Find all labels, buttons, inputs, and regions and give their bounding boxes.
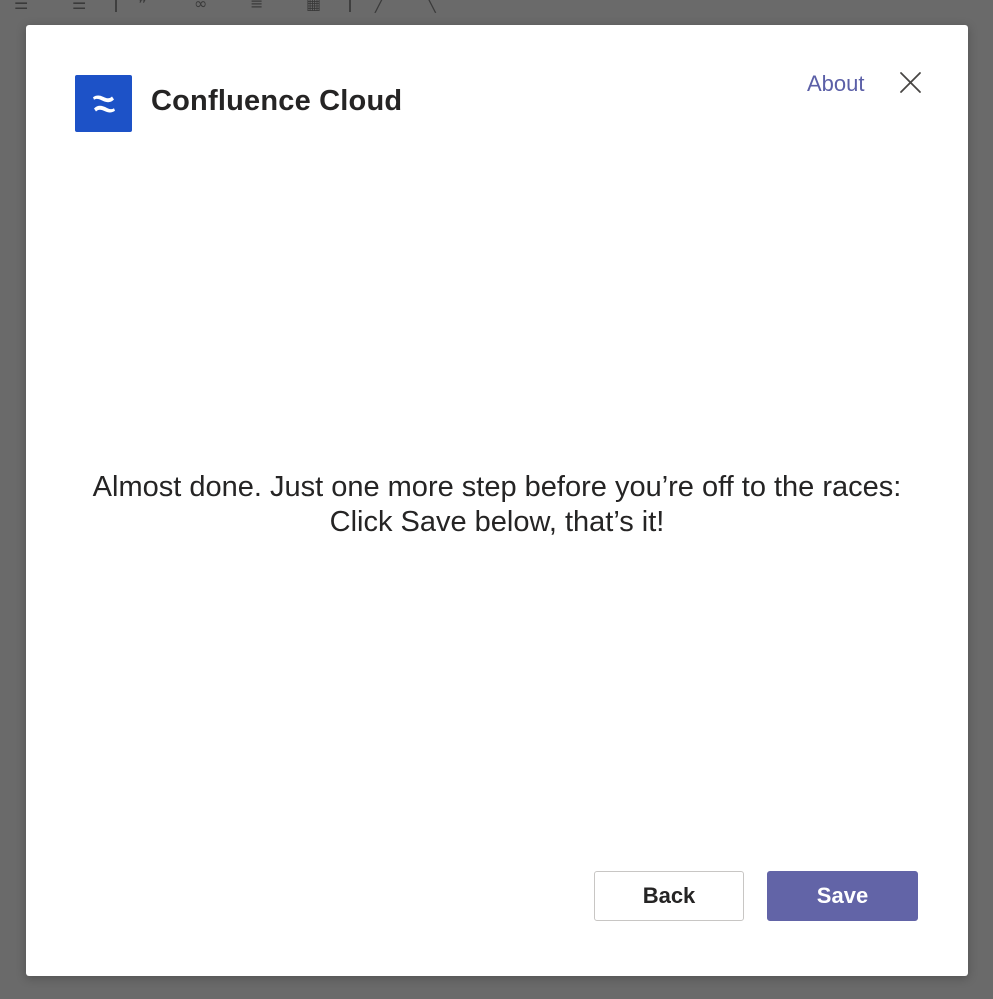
bullet-list-icon: ☰ [14, 0, 29, 13]
draw-line-icon: ╲ [426, 0, 436, 13]
app-setup-dialog: Confluence Cloud About Almost done. Just… [26, 25, 968, 976]
setup-message-line-2: Click Save below, that’s it! [329, 506, 665, 538]
setup-message: Almost done. Just one more step before y… [66, 470, 928, 540]
link-icon: ∞ [194, 0, 208, 13]
setup-message-line-1: Almost done. Just one more step before y… [92, 471, 902, 503]
app-title: Confluence Cloud [151, 85, 403, 117]
draw-line-icon: ╱ [375, 0, 385, 13]
confluence-logo-icon [75, 75, 132, 132]
close-button[interactable] [897, 70, 923, 96]
toolbar-divider [349, 0, 351, 12]
quote-icon: ❞ [138, 0, 147, 13]
back-button[interactable]: Back [594, 871, 744, 921]
background-editor-toolbar: ☰ ☰ ❞ ∞ ≡ ▦ ╱ ╲ [0, 0, 993, 24]
numbered-list-icon: ☰ [72, 0, 87, 13]
align-icon: ≡ [250, 0, 264, 13]
toolbar-divider [115, 0, 117, 12]
table-icon: ▦ [306, 0, 322, 13]
about-link[interactable]: About [807, 71, 865, 97]
save-button[interactable]: Save [767, 871, 918, 921]
close-icon [900, 72, 921, 93]
